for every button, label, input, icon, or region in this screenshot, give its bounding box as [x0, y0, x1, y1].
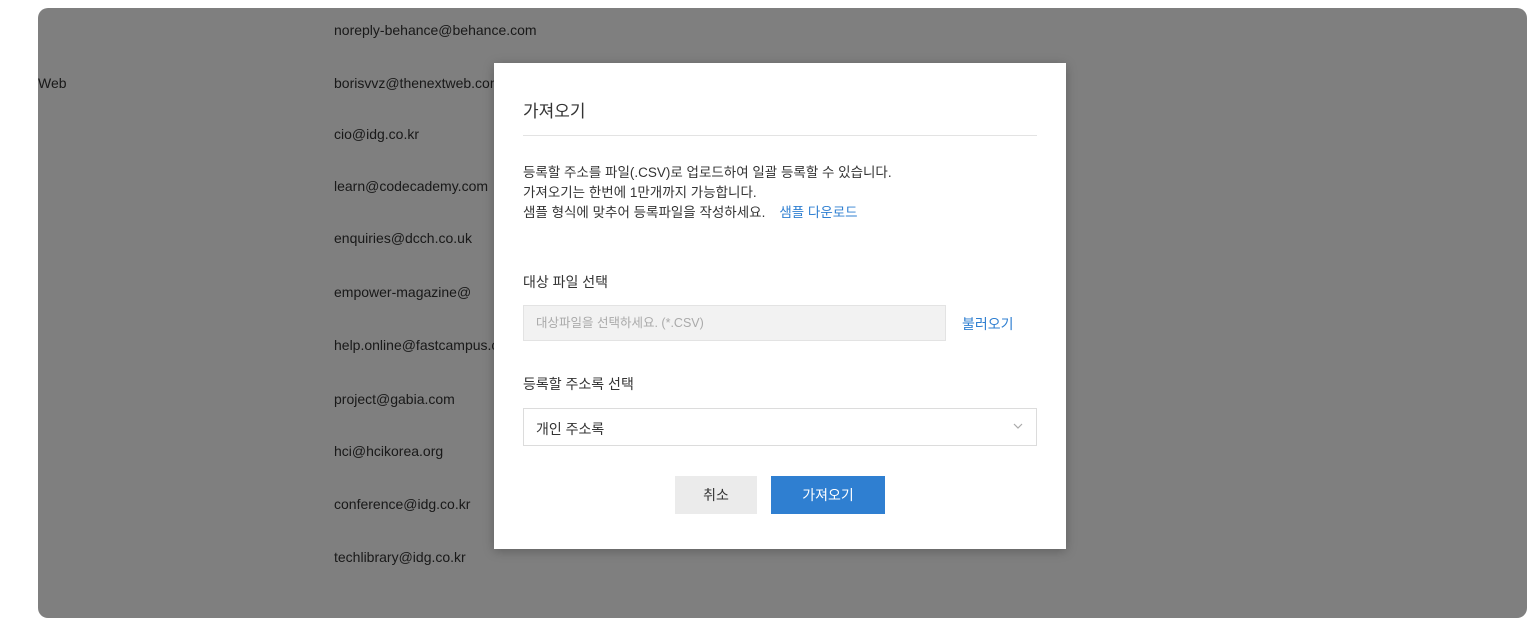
description-line: 등록할 주소를 파일(.CSV)로 업로드하여 일괄 등록할 수 있습니다. [523, 165, 892, 180]
file-path-input[interactable] [523, 305, 946, 341]
load-file-button[interactable]: 불러오기 [962, 314, 1014, 334]
addressbook-select-label: 등록할 주소록 선택 [523, 376, 634, 392]
dialog-title: 가져오기 [523, 102, 586, 121]
import-button[interactable]: 가져오기 [771, 476, 885, 514]
description-line: 가져오기는 한번에 1만개까지 가능합니다. [523, 185, 757, 200]
cancel-button[interactable]: 취소 [675, 476, 757, 514]
file-select-label: 대상 파일 선택 [523, 274, 609, 290]
divider [523, 135, 1037, 136]
import-dialog: 가져오기 등록할 주소를 파일(.CSV)로 업로드하여 일괄 등록할 수 있습… [494, 63, 1066, 549]
addressbook-select[interactable]: 개인 주소록 [523, 408, 1037, 446]
sample-download-link[interactable]: 샘플 다운로드 [779, 205, 857, 220]
description-line: 샘플 형식에 맞추어 등록파일을 작성하세요. [523, 205, 766, 220]
chevron-down-icon [1013, 423, 1023, 429]
dialog-description: 등록할 주소를 파일(.CSV)로 업로드하여 일괄 등록할 수 있습니다. 가… [523, 163, 892, 223]
addressbook-selected-value: 개인 주소록 [536, 421, 605, 437]
description-line-with-link: 샘플 형식에 맞추어 등록파일을 작성하세요. 샘플 다운로드 [523, 203, 892, 223]
